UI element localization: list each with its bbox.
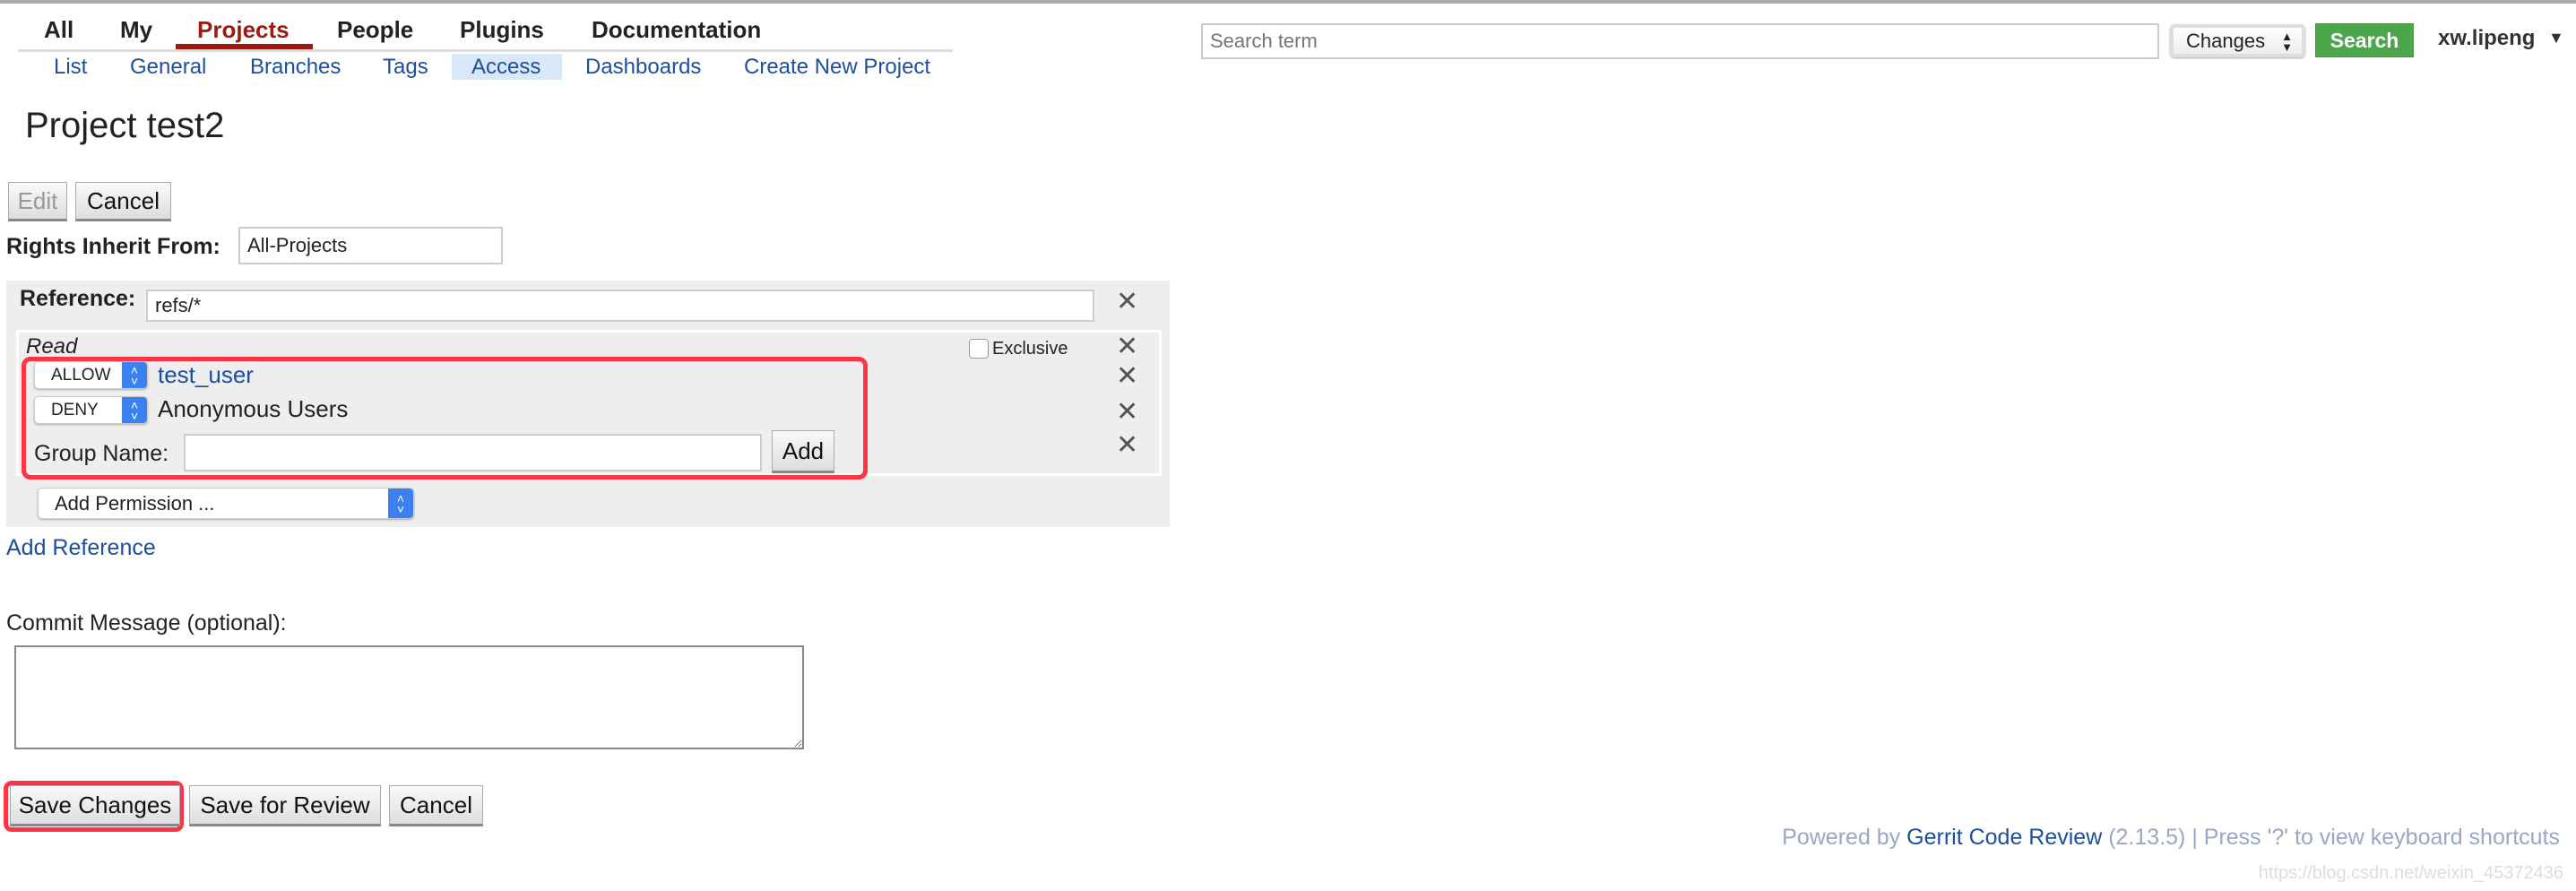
cancel-button[interactable]: Cancel bbox=[389, 785, 483, 826]
group-name-label: Group Name: bbox=[34, 441, 169, 466]
search-scope-value: Changes bbox=[2186, 29, 2266, 52]
subnav-tags[interactable]: Tags bbox=[383, 54, 428, 81]
group-name-input[interactable] bbox=[184, 434, 762, 471]
subnav-branches[interactable]: Branches bbox=[250, 54, 341, 81]
chevron-down-icon[interactable]: ▼ bbox=[2548, 29, 2564, 48]
save-changes-button[interactable]: Save Changes bbox=[10, 785, 180, 826]
nav-documentation[interactable]: Documentation bbox=[592, 15, 761, 44]
cancel-edit-button[interactable]: Cancel bbox=[75, 182, 171, 221]
footer-text: Powered by Gerrit Code Review (2.13.5) |… bbox=[1782, 825, 2560, 851]
nav-all[interactable]: All bbox=[44, 15, 73, 44]
remove-reference-icon[interactable]: ✕ bbox=[1116, 289, 1138, 316]
top-border bbox=[0, 0, 2576, 4]
add-group-button[interactable]: Add bbox=[772, 430, 834, 473]
rule-group-name: Anonymous Users bbox=[158, 395, 349, 422]
nav-plugins[interactable]: Plugins bbox=[460, 15, 544, 44]
rule-action-select[interactable]: DENY ˄ ˅ bbox=[34, 396, 148, 424]
rule-action-value: ALLOW bbox=[51, 365, 111, 385]
search-input[interactable] bbox=[1201, 23, 2159, 59]
commit-message-input[interactable] bbox=[14, 645, 804, 749]
subnav-dashboards[interactable]: Dashboards bbox=[585, 54, 701, 81]
remove-rule-icon[interactable]: ✕ bbox=[1116, 399, 1138, 426]
rights-inherit-label: Rights Inherit From: bbox=[6, 234, 220, 259]
rights-inherit-input[interactable]: All-Projects bbox=[238, 227, 503, 264]
footer-prefix: Powered by bbox=[1782, 825, 1907, 850]
add-permission-select[interactable]: Add Permission ... ˄ ˅ bbox=[38, 488, 414, 519]
subnav-list[interactable]: List bbox=[54, 54, 87, 81]
subnav-general[interactable]: General bbox=[130, 54, 206, 81]
footer-suffix: (2.13.5) | Press '?' to view keyboard sh… bbox=[2102, 825, 2560, 850]
remove-group-icon[interactable]: ✕ bbox=[1116, 432, 1138, 459]
commit-message-label: Commit Message (optional): bbox=[6, 610, 287, 636]
updown-arrows-icon: ▲ ▼ bbox=[2281, 30, 2293, 54]
updown-arrows-icon: ˄ ˅ bbox=[122, 362, 147, 388]
search-button[interactable]: Search bbox=[2315, 23, 2414, 57]
page-title: Project test2 bbox=[25, 106, 225, 145]
edit-button[interactable]: Edit bbox=[8, 182, 67, 221]
nav-my[interactable]: My bbox=[120, 15, 152, 44]
gerrit-link[interactable]: Gerrit Code Review bbox=[1906, 825, 2102, 850]
user-menu[interactable]: xw.lipeng bbox=[2438, 26, 2535, 51]
rule-group-link[interactable]: test_user bbox=[158, 361, 254, 389]
subnav-access[interactable]: Access bbox=[471, 54, 540, 81]
exclusive-label: Exclusive bbox=[992, 339, 1068, 359]
subnav-create-new-project[interactable]: Create New Project bbox=[744, 54, 930, 81]
updown-arrows-icon: ˄ ˅ bbox=[122, 397, 147, 423]
save-for-review-button[interactable]: Save for Review bbox=[189, 785, 381, 826]
nav-people[interactable]: People bbox=[337, 15, 413, 44]
watermark: https://blog.csdn.net/weixin_45372436 bbox=[2258, 863, 2563, 883]
exclusive-checkbox[interactable] bbox=[969, 339, 989, 359]
reference-label: Reference: bbox=[20, 286, 136, 311]
nav-projects[interactable]: Projects bbox=[197, 15, 290, 44]
add-permission-value: Add Permission ... bbox=[55, 491, 215, 515]
remove-rule-icon[interactable]: ✕ bbox=[1116, 363, 1138, 390]
add-reference-link[interactable]: Add Reference bbox=[6, 535, 156, 561]
nav-divider bbox=[18, 49, 953, 52]
search-scope-select[interactable]: Changes ▲ ▼ bbox=[2170, 24, 2305, 57]
updown-arrows-icon: ˄ ˅ bbox=[388, 489, 413, 518]
rule-action-value: DENY bbox=[51, 400, 99, 420]
remove-permission-icon[interactable]: ✕ bbox=[1116, 333, 1138, 360]
rule-action-select[interactable]: ALLOW ˄ ˅ bbox=[34, 361, 148, 389]
reference-input[interactable]: refs/* bbox=[146, 290, 1094, 322]
